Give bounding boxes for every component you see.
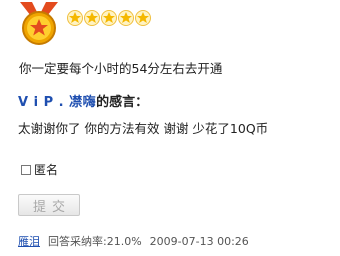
thanks-text: 太谢谢你了 你的方法有效 谢谢 少花了10Q币 — [18, 121, 269, 136]
rating-stars — [67, 10, 151, 26]
adoption-rate: 回答采纳率:21.0% — [48, 235, 142, 248]
star-icon — [101, 10, 117, 26]
anonymous-label: 匿名 — [34, 163, 59, 177]
star-icon — [84, 10, 100, 26]
star-icon — [118, 10, 134, 26]
author-link[interactable]: 雁泪 — [18, 235, 40, 248]
submit-button[interactable]: 提交 — [18, 194, 80, 216]
star-icon — [67, 10, 83, 26]
anonymous-checkbox[interactable]: 匿名 — [21, 161, 58, 178]
checkbox-box[interactable] — [21, 164, 31, 175]
answer-text: 你一定要每个小时的54分左右去开通 — [19, 61, 223, 76]
star-icon — [135, 10, 151, 26]
thanks-heading: V i P . 凚嗨的感言： — [18, 91, 148, 110]
thanks-suffix: 的感言： — [96, 95, 149, 110]
timestamp: 2009-07-13 00:26 — [149, 235, 249, 248]
medal-icon — [20, 2, 58, 45]
thanks-user-link[interactable]: V i P . 凚嗨 — [18, 95, 96, 110]
answer-footer: 雁泪 回答采纳率:21.0% 2009-07-13 00:26 — [18, 233, 249, 249]
